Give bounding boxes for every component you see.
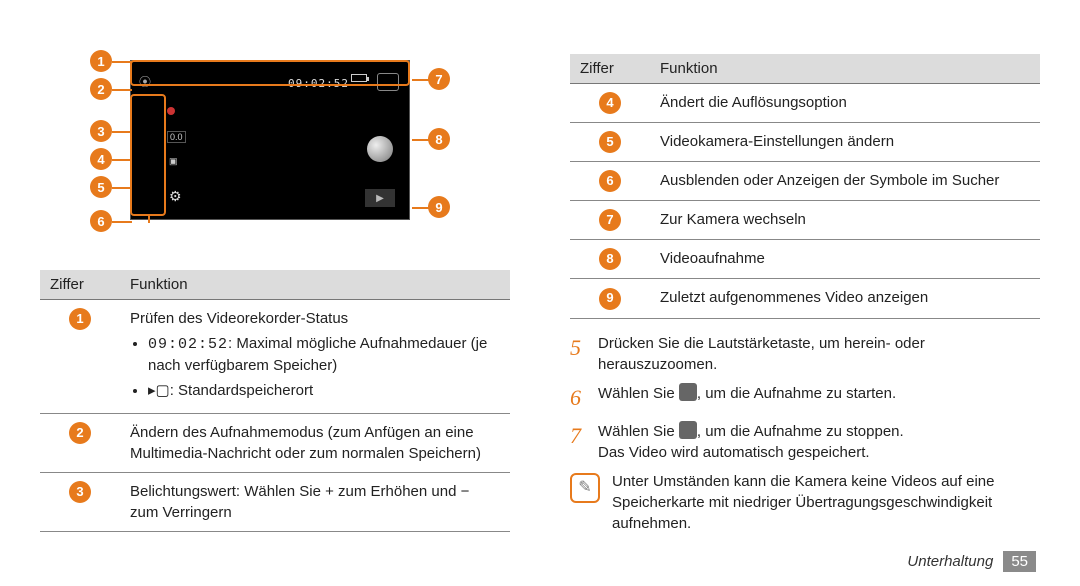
row-text: Ändern des Aufnahmemodus (zum Anfügen an… (120, 414, 510, 473)
row-text: Videokamera-Einstellungen ändern (650, 123, 1040, 162)
storage-location-icon: ▣ (169, 156, 178, 167)
row-bullet: ▸▢: Standardspeicherort (148, 380, 500, 401)
settings-gear-icon: ⚙ (169, 188, 182, 205)
camera-viewfinder-diagram: 09:02:52 ⦿ 0.0 ▣ ⚙ ▶ 1 2 3 4 5 (100, 50, 460, 250)
stop-button-icon (679, 421, 697, 439)
step-text: Drücken Sie die Lautstärketaste, um here… (598, 333, 1040, 375)
callout-marker-5: 5 (90, 176, 112, 198)
callout-marker-9: 9 (428, 196, 450, 218)
page-number: 55 (1003, 551, 1036, 572)
callout-line-icon (112, 131, 132, 133)
col-header-function: Funktion (120, 270, 510, 300)
callout-line-icon (112, 187, 132, 189)
table-row: 9 Zuletzt aufgenommenes Video anzeigen (570, 279, 1040, 318)
row-badge: 4 (599, 92, 621, 114)
page-footer: Unterhaltung 55 (907, 551, 1036, 572)
callout-marker-2: 2 (90, 78, 112, 100)
step-7: 7 Wählen Sie , um die Aufnahme zu stoppe… (570, 421, 1040, 463)
callout-line-icon (412, 139, 430, 141)
row-text: Ausblenden oder Anzeigen der Symbole im … (650, 162, 1040, 201)
record-button-icon (679, 383, 697, 401)
callout-marker-4: 4 (90, 148, 112, 170)
callout-line-icon (412, 79, 430, 81)
last-video-play-icon: ▶ (365, 189, 395, 207)
row-text: Ändert die Auflösungsoption (650, 84, 1040, 123)
row-badge: 2 (69, 422, 91, 444)
note-text: Unter Umständen kann die Kamera keine Vi… (612, 471, 1040, 534)
step-text: Wählen Sie , um die Aufnahme zu stoppen.… (598, 421, 904, 463)
table-row: 3 Belichtungswert: Wählen Sie + zum Erhö… (40, 473, 510, 532)
table-row: 5 Videokamera-Einstellungen ändern (570, 123, 1040, 162)
step-number: 6 (570, 383, 588, 414)
note-box: ✎ Unter Umständen kann die Kamera keine … (570, 471, 1040, 534)
row-text: Videoaufnahme (650, 240, 1040, 279)
callout-line-icon (412, 207, 430, 209)
row-text: Zuletzt aufgenommenes Video anzeigen (650, 279, 1040, 318)
step-number: 5 (570, 333, 588, 375)
row-bullet: 09:02:52: Maximal mögliche Aufnahmedauer… (148, 333, 500, 376)
row-badge: 9 (599, 288, 621, 310)
col-header-function: Funktion (650, 54, 1040, 84)
step-6: 6 Wählen Sie , um die Aufnahme zu starte… (570, 383, 1040, 414)
row-badge: 6 (599, 170, 621, 192)
record-mode-icon (167, 107, 175, 115)
note-icon: ✎ (570, 473, 600, 503)
pencil-icon: ✎ (578, 477, 591, 499)
callout-frame-left (130, 94, 166, 216)
callout-line-icon (112, 221, 132, 223)
storage-symbol-icon: ▸▢ (148, 382, 170, 399)
row-badge: 7 (599, 209, 621, 231)
row-badge: 1 (69, 308, 91, 330)
table-row: 6 Ausblenden oder Anzeigen der Symbole i… (570, 162, 1040, 201)
step-5: 5 Drücken Sie die Lautstärketaste, um he… (570, 333, 1040, 375)
table-row: 1 Prüfen des Videorekorder-Status 09:02:… (40, 300, 510, 414)
callout-line-icon (148, 216, 150, 223)
reference-table-right: Ziffer Funktion 4 Ändert die Auflösungso… (570, 54, 1040, 319)
col-header-number: Ziffer (570, 54, 650, 84)
row-badge: 8 (599, 248, 621, 270)
table-row: 2 Ändern des Aufnahmemodus (zum Anfügen … (40, 414, 510, 473)
callout-marker-8: 8 (428, 128, 450, 150)
row-title: Prüfen des Videorekorder-Status (130, 308, 500, 329)
row-text: Zur Kamera wechseln (650, 201, 1040, 240)
callout-frame-top (130, 60, 410, 86)
callout-marker-6: 6 (90, 210, 112, 232)
callout-marker-3: 3 (90, 120, 112, 142)
callout-marker-1: 1 (90, 50, 112, 72)
col-header-number: Ziffer (40, 270, 120, 300)
table-row: 7 Zur Kamera wechseln (570, 201, 1040, 240)
row-badge: 5 (599, 131, 621, 153)
step-number: 7 (570, 421, 588, 463)
record-button-icon (367, 136, 393, 162)
reference-table-left: Ziffer Funktion 1 Prüfen des Videorekord… (40, 270, 510, 532)
callout-line-icon (112, 89, 132, 91)
step-text: Wählen Sie , um die Aufnahme zu starten. (598, 383, 896, 414)
section-label: Unterhaltung (907, 553, 993, 570)
row-badge: 3 (69, 481, 91, 503)
table-row: 8 Videoaufnahme (570, 240, 1040, 279)
row-text: Belichtungswert: Wählen Sie + zum Erhöhe… (120, 473, 510, 532)
callout-line-icon (112, 61, 132, 63)
callout-marker-7: 7 (428, 68, 450, 90)
callout-line-icon (112, 159, 132, 161)
code-text: 09:02:52 (148, 336, 228, 353)
table-row: 4 Ändert die Auflösungsoption (570, 84, 1040, 123)
ev-value-icon: 0.0 (167, 131, 186, 143)
